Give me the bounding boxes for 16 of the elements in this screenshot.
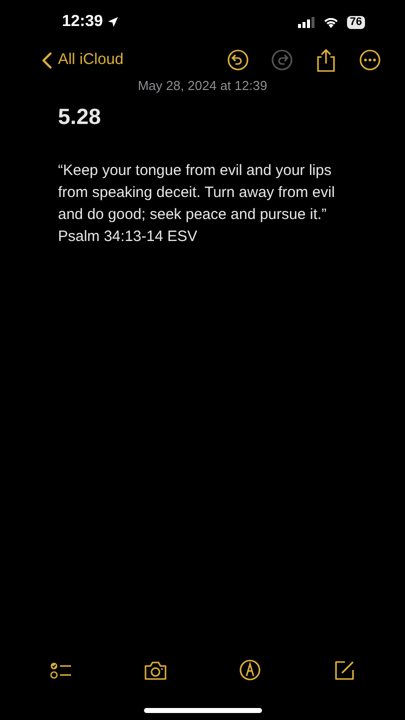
share-button[interactable] [315,48,337,72]
undo-button[interactable] [227,48,249,72]
compose-button[interactable] [333,659,355,681]
signal-icon [298,16,315,28]
note-date: May 28, 2024 at 12:39 [136,77,268,95]
chevron-left-icon [42,52,52,68]
camera-button[interactable] [144,659,167,681]
location-arrow-icon [106,16,119,28]
battery-level: 76 [346,16,365,28]
wifi-icon [322,16,339,28]
more-button[interactable] [359,48,381,72]
note-title: 5.28 [58,102,102,130]
note-body: “Keep your tongue from evil and your lips from speaking deceit. Turn away from evil and do good; seek peace and pursue it.” Psalm 34:13-14 ESV [58,160,336,246]
status-time: 12:39 [62,12,103,32]
pen-tip-button[interactable] [239,659,261,681]
back-button[interactable]: All iCloud [42,48,124,72]
